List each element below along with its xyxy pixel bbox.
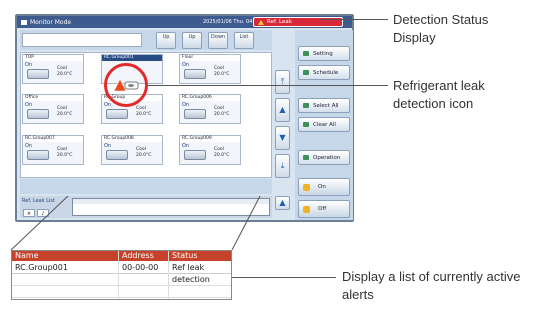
alert-row[interactable]: RC.Group001 00-00-00 Ref leak detection xyxy=(12,262,231,284)
alert-list-zoom: Name Address Status RC.Group001 00-00-00… xyxy=(11,250,232,300)
callout-detection-status: Detection Status Display xyxy=(393,12,489,45)
callout-leak-icon: Refrigerant leak detection icon xyxy=(393,78,485,111)
alert-list-header: Name Address Status xyxy=(12,251,231,261)
callout-active-alerts: Display a list of currently active alert… xyxy=(342,269,521,302)
